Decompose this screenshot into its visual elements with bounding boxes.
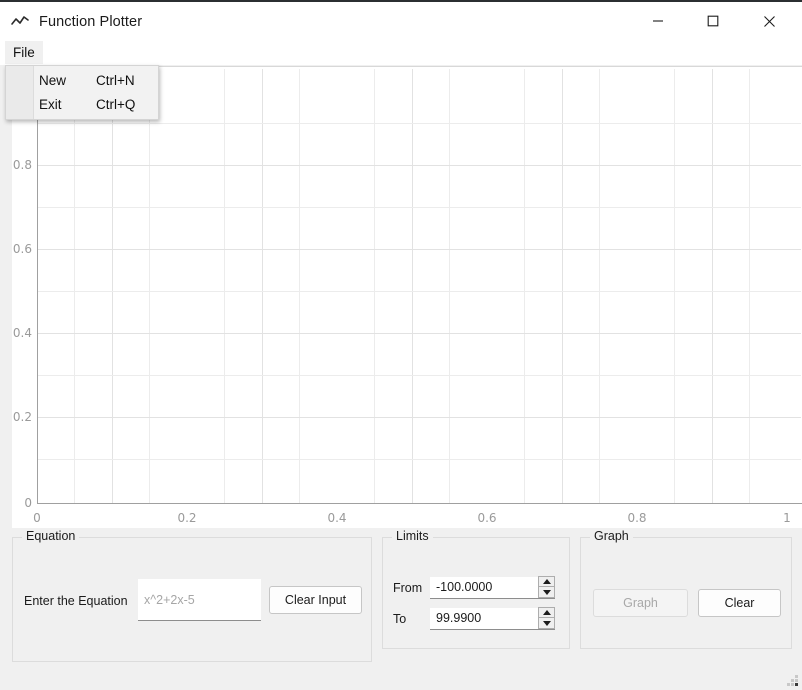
- to-spin-arrows[interactable]: [538, 607, 555, 629]
- minimize-button[interactable]: [635, 2, 681, 40]
- to-label: To: [393, 612, 407, 626]
- y-tick-label: 0.8: [12, 158, 32, 172]
- menu-item-exit-accelerator: Ctrl+Q: [96, 96, 136, 112]
- triangle-down-icon: [542, 620, 551, 626]
- graph-button[interactable]: Graph: [593, 589, 688, 617]
- clear-input-button[interactable]: Clear Input: [269, 586, 362, 614]
- maximize-icon: [707, 15, 719, 27]
- menu-item-exit[interactable]: Exit Ctrl+Q: [6, 92, 158, 116]
- x-tick-label: 0.4: [327, 511, 347, 525]
- x-tick-label: 0.6: [477, 511, 497, 525]
- limits-group: Limits From -100.0000 To 99.9900: [382, 529, 570, 649]
- equation-group-title: Equation: [22, 529, 80, 543]
- close-icon: [763, 15, 775, 27]
- y-tick-label: 0: [24, 496, 32, 510]
- equation-input[interactable]: [138, 579, 261, 621]
- menu-item-new-label: New: [39, 72, 67, 88]
- maximize-button[interactable]: [690, 2, 736, 40]
- x-tick-label: 0: [33, 511, 41, 525]
- menu-item-exit-label: Exit: [39, 96, 62, 112]
- graph-group: Graph Graph Clear: [580, 529, 792, 649]
- to-spinbox[interactable]: 99.9900: [430, 607, 555, 630]
- triangle-down-icon: [542, 589, 551, 595]
- graph-group-title: Graph: [590, 529, 633, 543]
- application-window: Function Plotter File 0 0.2 0.4 0.6 0.8 …: [0, 0, 802, 690]
- x-tick-label: 0.8: [627, 511, 647, 525]
- menu-file[interactable]: File: [5, 41, 43, 64]
- to-value: 99.9900: [436, 611, 482, 625]
- menu-item-new-accelerator: Ctrl+N: [96, 72, 135, 88]
- from-spin-arrows[interactable]: [538, 576, 555, 598]
- to-spin-up-button[interactable]: [538, 607, 555, 618]
- line-chart-icon: [11, 16, 29, 25]
- from-spin-up-button[interactable]: [538, 576, 555, 587]
- from-label: From: [393, 581, 423, 595]
- plot-inner: 0 0.2 0.4 0.6 0.8 1 0 0.2 0.4 0.6 0.8: [12, 67, 802, 528]
- file-menu-popup: New Ctrl+N Exit Ctrl+Q: [5, 65, 159, 120]
- from-spinbox[interactable]: -100.0000: [430, 576, 555, 599]
- window-title: Function Plotter: [39, 14, 143, 30]
- triangle-up-icon: [542, 610, 551, 615]
- from-value: -100.0000: [436, 580, 493, 594]
- y-tick-label: 0.6: [12, 242, 32, 256]
- equation-group: Equation Enter the Equation Clear Input: [12, 529, 372, 662]
- clear-button[interactable]: Clear: [698, 589, 781, 617]
- minimize-icon: [653, 20, 663, 22]
- from-spin-down-button[interactable]: [538, 587, 555, 598]
- x-tick-label: 1: [783, 511, 791, 525]
- title-bar: Function Plotter: [0, 0, 802, 42]
- resize-grip[interactable]: [786, 674, 800, 688]
- close-button[interactable]: [746, 2, 792, 40]
- title-bar-left: Function Plotter: [10, 2, 142, 42]
- equation-field-label: Enter the Equation: [24, 594, 128, 608]
- triangle-up-icon: [542, 579, 551, 584]
- plot-canvas[interactable]: 0 0.2 0.4 0.6 0.8 1 0 0.2 0.4 0.6 0.8: [12, 66, 802, 528]
- y-tick-label: 0.2: [12, 410, 32, 424]
- x-tick-label: 0.2: [177, 511, 197, 525]
- to-spin-down-button[interactable]: [538, 618, 555, 629]
- menu-bar: File: [0, 40, 802, 65]
- plot-grid: [37, 69, 802, 504]
- menu-item-new[interactable]: New Ctrl+N: [6, 68, 158, 92]
- limits-group-title: Limits: [392, 529, 433, 543]
- y-tick-label: 0.4: [12, 326, 32, 340]
